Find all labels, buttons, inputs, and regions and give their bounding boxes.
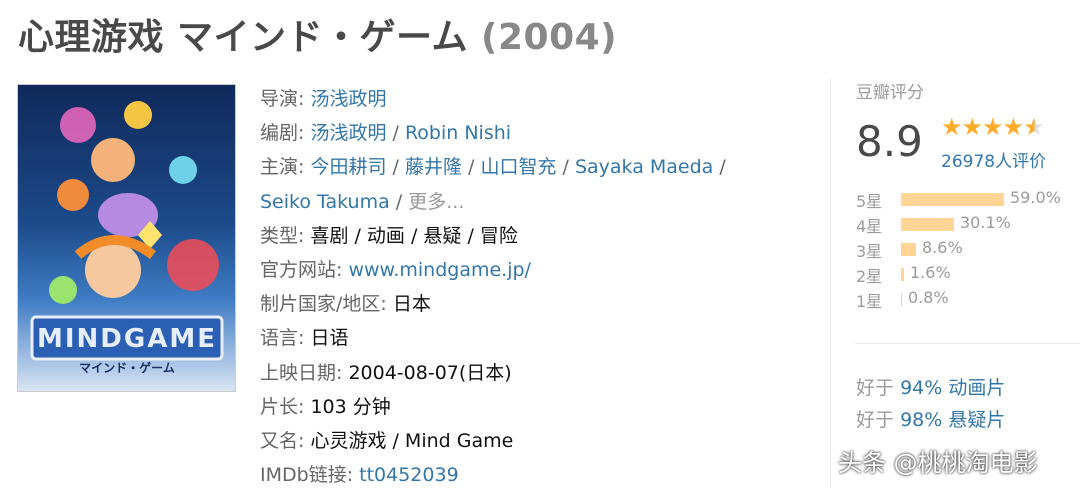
movie-title: 心理游戏 マインド・ゲーム [18, 17, 468, 58]
rating-score: 8.9 [856, 117, 923, 166]
votes-link[interactable]: 26978人评价 [941, 147, 1046, 172]
movie-year: (2004) [481, 17, 618, 58]
better-than-prefix: 好于 [856, 377, 895, 399]
cast-label: 主演: [260, 156, 305, 179]
page-title: 心理游戏 マインド・ゲーム (2004) [18, 8, 617, 60]
rating-bar-row: 2星 1.6% [856, 263, 1080, 288]
aka-label: 又名: [260, 430, 305, 453]
runtime-label: 片长: [260, 395, 305, 418]
aka-value: 心灵游戏 / Mind Game [310, 430, 514, 453]
language-value: 日语 [310, 327, 349, 350]
more-cast-link[interactable]: 更多... [408, 191, 464, 213]
country-label: 制片国家/地区: [260, 293, 387, 316]
rating-bar-label: 5星 [856, 192, 883, 211]
cast-link[interactable]: 山口智充 [480, 156, 556, 178]
star-rating-icon: ★★★★★ [941, 113, 1045, 141]
imdb-link[interactable]: tt0452039 [359, 464, 459, 486]
release-label: 上映日期: [260, 361, 343, 384]
imdb-row: IMDb链接: tt0452039 [260, 458, 780, 488]
director-row: 导演: 汤浅政明 [260, 82, 780, 116]
rating-bar-label: 4星 [856, 217, 883, 236]
rating-bar-percent: 1.6% [910, 263, 951, 282]
cast-row: 主演: 今田耕司 / 藤井隆 / 山口智充 / Sayaka Maeda / [260, 156, 726, 179]
rating-bar-label: 2星 [856, 267, 883, 286]
genre-value: 喜剧 / 动画 / 悬疑 / 冒险 [310, 224, 518, 247]
director-label: 导演: [260, 88, 305, 110]
better-than-prefix: 好于 [856, 409, 895, 431]
release-row: 上映日期: 2004-08-07(日本) [260, 356, 780, 390]
website-row: 官方网站: www.mindgame.jp/ [260, 253, 780, 287]
genre-row: 类型: 喜剧 / 动画 / 悬疑 / 冒险 [260, 219, 780, 253]
rating-divider [855, 343, 1080, 344]
poster-subtitle: マインド・ゲーム [79, 360, 175, 375]
language-label: 语言: [260, 327, 305, 350]
rating-bar-row: 4星 30.1% [856, 213, 1080, 238]
website-link[interactable]: www.mindgame.jp/ [348, 259, 531, 281]
release-value: 2004-08-07(日本) [348, 361, 512, 384]
rating-bar-percent: 59.0% [1010, 188, 1061, 207]
writer-link[interactable]: Robin Nishi [405, 122, 511, 144]
cast-link[interactable]: Seiko Takuma [260, 191, 390, 213]
rating-bar-percent: 0.8% [908, 288, 949, 307]
rating-bar-percent: 8.6% [922, 238, 963, 257]
better-than-list: 好于 94% 动画片 好于 98% 悬疑片 [856, 372, 1005, 436]
cast-row-continued: Seiko Takuma / 更多... [260, 190, 465, 213]
rating-bar [901, 218, 954, 231]
better-than-item: 好于 98% 悬疑片 [856, 404, 1005, 436]
rating-bar-label: 3星 [856, 242, 883, 261]
rating-bar [901, 293, 902, 306]
writer-label: 编剧: [260, 122, 305, 145]
better-than-link[interactable]: 94% 动画片 [900, 377, 1005, 399]
cast-link[interactable]: Sayaka Maeda [575, 156, 713, 178]
country-value: 日本 [392, 293, 431, 316]
rating-title: 豆瓣评分 [856, 83, 924, 103]
country-row: 制片国家/地区: 日本 [260, 287, 780, 321]
poster-logo: MINDGAME [37, 324, 217, 354]
runtime-value: 103 分钟 [310, 395, 391, 418]
rating-bar [901, 193, 1004, 206]
rating-bar [901, 243, 916, 256]
aka-row: 又名: 心灵游戏 / Mind Game [260, 424, 780, 458]
website-label: 官方网站: [260, 259, 343, 282]
better-than-item: 好于 94% 动画片 [856, 372, 1005, 404]
cast-link[interactable]: 今田耕司 [310, 156, 386, 178]
writer-link[interactable]: 汤浅政明 [310, 122, 386, 144]
rating-bar-row: 5星 59.0% [856, 188, 1080, 213]
rating-bar-row: 1星 0.8% [856, 288, 1080, 313]
rating-bar-label: 1星 [856, 292, 883, 311]
rating-distribution: 5星 59.0% 4星 30.1% 3星 8.6% 2星 1.6% 1星 0.8% [856, 188, 1080, 313]
poster-artwork: MINDGAME マインド・ゲーム [30, 101, 224, 375]
director-link[interactable]: 汤浅政明 [310, 88, 386, 110]
watermark: 头条 @桃桃淘电影 [838, 449, 1038, 477]
imdb-label: IMDb链接: [260, 464, 354, 487]
genre-label: 类型: [260, 224, 305, 247]
writer-row: 编剧: 汤浅政明 / Robin Nishi [260, 122, 512, 145]
rating-bar-percent: 30.1% [960, 213, 1011, 232]
movie-poster[interactable]: MINDGAME マインド・ゲーム [17, 84, 236, 392]
rating-bar [901, 268, 904, 281]
language-row: 语言: 日语 [260, 321, 780, 355]
movie-info: 导演: 汤浅政明 编剧: 汤浅政明 / Robin Nishi 主演: 今田耕司… [260, 82, 780, 488]
score-block: 8.9 ★★★★★ 26978人评价 [856, 113, 1080, 183]
rating-bar-row: 3星 8.6% [856, 238, 1080, 263]
better-than-link[interactable]: 98% 悬疑片 [900, 409, 1005, 431]
runtime-row: 片长: 103 分钟 [260, 390, 780, 424]
cast-link[interactable]: 藤井隆 [405, 156, 462, 178]
